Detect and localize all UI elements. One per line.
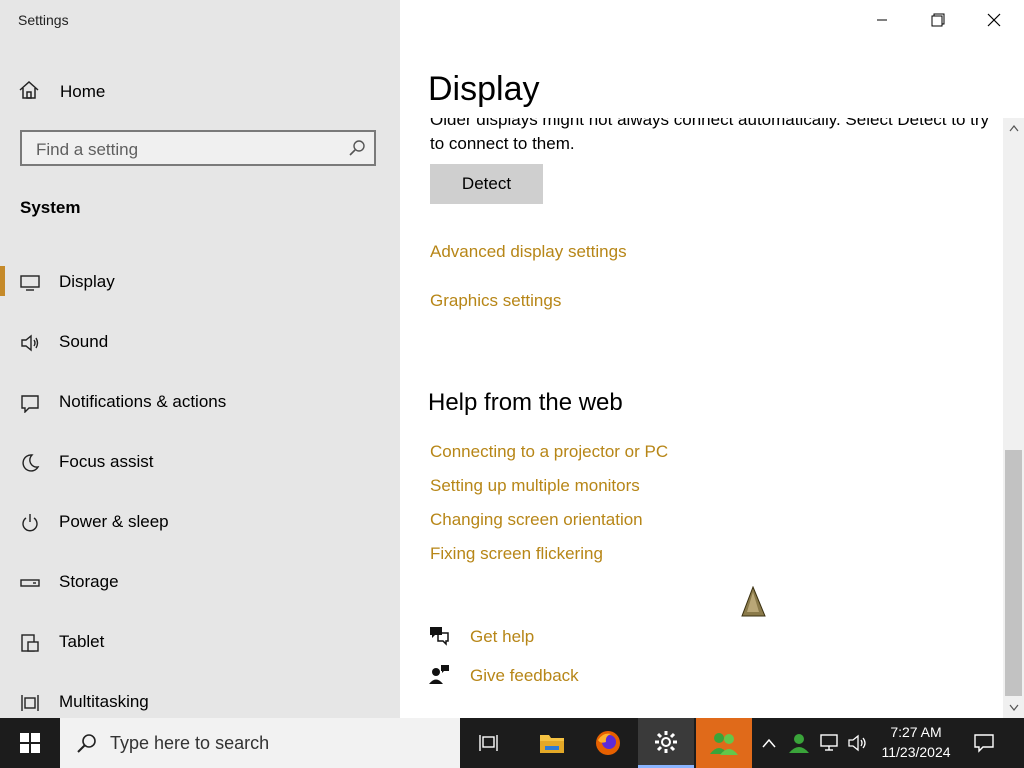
gear-icon <box>655 730 677 753</box>
windows-logo-icon <box>20 733 40 753</box>
selection-indicator <box>0 266 5 296</box>
multitasking-icon <box>20 693 40 713</box>
detect-button[interactable]: Detect <box>430 164 543 204</box>
minimize-icon <box>877 19 887 21</box>
help-link-multiple-monitors[interactable]: Setting up multiple monitors <box>430 476 640 496</box>
storage-icon <box>20 573 40 593</box>
content-pane: Older displays might not always connect … <box>400 118 1003 718</box>
clock-date: 11/23/2024 <box>881 744 951 760</box>
clock-time: 7:27 AM <box>890 724 942 740</box>
sidebar-item-label: Sound <box>59 332 109 351</box>
speaker-icon <box>848 734 866 752</box>
page-title: Display <box>428 70 540 108</box>
settings-taskbar-button[interactable] <box>638 718 694 768</box>
firefox-icon <box>596 731 620 755</box>
search-icon <box>348 139 366 162</box>
help-section-title: Help from the web <box>428 389 623 416</box>
restore-button[interactable] <box>910 0 966 40</box>
help-link-screen-flickering[interactable]: Fixing screen flickering <box>430 544 603 564</box>
show-hidden-icons-button[interactable] <box>756 718 782 768</box>
network-icon <box>820 734 838 751</box>
find-setting-input[interactable]: Find a setting <box>20 130 376 166</box>
people-app-button[interactable] <box>696 718 752 768</box>
speaker-icon <box>20 333 40 353</box>
sidebar-item-label: Notifications & actions <box>59 392 227 411</box>
sidebar-item-multitasking[interactable]: Multitasking <box>0 682 400 722</box>
sidebar-item-label: Focus assist <box>59 452 154 471</box>
task-view-button[interactable] <box>462 718 518 768</box>
scroll-up-button[interactable] <box>1003 118 1024 138</box>
chevron-up-icon <box>1009 125 1018 132</box>
sidebar-item-label: Multitasking <box>59 692 149 711</box>
detect-description: Older displays might not always connect … <box>430 118 990 153</box>
section-title: System <box>20 198 81 217</box>
action-center-button[interactable] <box>962 718 1006 768</box>
chat-help-icon <box>428 624 450 651</box>
graphics-settings-link[interactable]: Graphics settings <box>430 291 561 311</box>
minimize-button[interactable] <box>854 0 910 40</box>
give-feedback-link[interactable]: Give feedback <box>470 666 579 686</box>
notification-icon <box>974 734 994 753</box>
sidebar: Settings Home Find a setting System Disp… <box>0 0 400 718</box>
taskbar-search-box[interactable]: Type here to search <box>60 718 460 768</box>
moon-icon <box>20 453 40 473</box>
sidebar-item-label: Power & sleep <box>59 512 169 531</box>
start-button[interactable] <box>2 718 58 768</box>
scrollbar-thumb[interactable] <box>1005 450 1022 696</box>
sidebar-item-power-sleep[interactable]: Power & sleep <box>0 502 400 542</box>
vertical-scrollbar[interactable] <box>1003 118 1024 718</box>
taskbar-search-placeholder: Type here to search <box>110 733 270 753</box>
home-nav[interactable]: Home <box>18 78 105 106</box>
sidebar-item-label: Display <box>59 272 115 291</box>
sidebar-item-tablet[interactable]: Tablet <box>0 622 400 662</box>
sidebar-item-label: Tablet <box>59 632 105 651</box>
tablet-icon <box>20 633 40 653</box>
power-icon <box>20 513 40 533</box>
get-help-link[interactable]: Get help <box>470 627 534 647</box>
scroll-down-button[interactable] <box>1003 698 1024 718</box>
advanced-display-settings-link[interactable]: Advanced display settings <box>430 242 627 262</box>
tray-people-button[interactable] <box>784 718 814 768</box>
firefox-button[interactable] <box>580 718 636 768</box>
notification-icon <box>20 393 40 414</box>
search-icon <box>76 732 98 759</box>
taskbar: Type here to search 7:27 AM 11/23/2024 <box>0 718 1024 768</box>
sidebar-item-focus-assist[interactable]: Focus assist <box>0 442 400 482</box>
home-icon <box>18 79 40 106</box>
give-feedback-row[interactable]: Give feedback <box>428 663 579 690</box>
get-help-row[interactable]: Get help <box>428 624 534 651</box>
sidebar-item-notifications[interactable]: Notifications & actions <box>0 382 400 422</box>
home-label: Home <box>60 82 106 101</box>
close-icon <box>987 13 1001 27</box>
cursor-icon <box>741 585 767 625</box>
volume-button[interactable] <box>843 718 873 768</box>
sidebar-item-display[interactable]: Display <box>0 262 400 302</box>
restore-icon <box>931 13 945 27</box>
monitor-icon <box>20 273 40 293</box>
sidebar-item-sound[interactable]: Sound <box>0 322 400 362</box>
feedback-icon <box>428 663 450 690</box>
folder-icon <box>540 735 564 753</box>
file-explorer-button[interactable] <box>524 718 580 768</box>
network-button[interactable] <box>814 718 844 768</box>
help-link-projector[interactable]: Connecting to a projector or PC <box>430 442 668 462</box>
task-view-icon <box>479 735 498 751</box>
search-placeholder: Find a setting <box>36 140 139 159</box>
app-title: Settings <box>18 12 69 28</box>
clock[interactable]: 7:27 AM 11/23/2024 <box>872 722 960 762</box>
sidebar-item-label: Storage <box>59 572 119 591</box>
user-tray-icon <box>789 734 809 753</box>
close-button[interactable] <box>966 0 1022 40</box>
people-icon <box>710 733 738 755</box>
help-link-screen-orientation[interactable]: Changing screen orientation <box>430 510 643 530</box>
sidebar-item-storage[interactable]: Storage <box>0 562 400 602</box>
chevron-down-icon <box>1009 704 1018 711</box>
chevron-up-icon <box>762 738 776 748</box>
